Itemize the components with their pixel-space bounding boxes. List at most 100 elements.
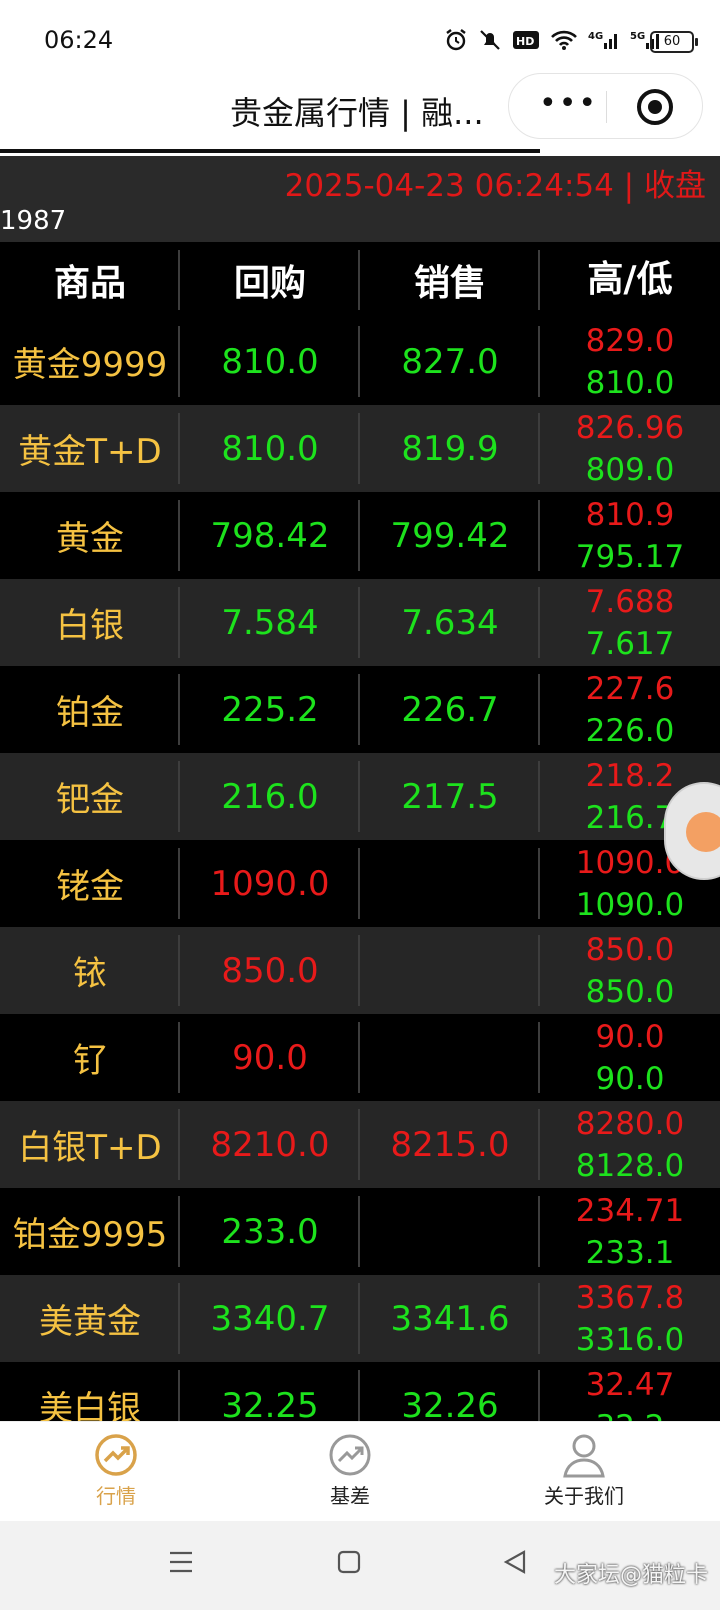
- sell-price: 7.634: [360, 579, 540, 666]
- table-row[interactable]: 美白银32.2532.26 32.47 32.2: [0, 1362, 720, 1421]
- table-row[interactable]: 铑金 1090.0 1090.0 1090.0: [0, 840, 720, 927]
- low-price: 3316.0: [575, 1321, 685, 1358]
- loading-bar: [0, 149, 540, 153]
- product-name: 铑金: [0, 840, 180, 927]
- alarm-icon: [446, 29, 466, 51]
- table-row[interactable]: 美黄金 3340.7 3341.6 3367.8 3316.0: [0, 1275, 720, 1362]
- buy-price: 32.25: [180, 1362, 360, 1421]
- low-price: 850.0: [585, 973, 675, 1010]
- table-row[interactable]: 黄金T+D 810.0 819.9 826.96 809.0: [0, 405, 720, 492]
- high-low-cell: 32.47 32.2: [540, 1362, 720, 1422]
- table-row[interactable]: 白银T+D 8210.0 8215.0 8280.0 8128.0: [0, 1101, 720, 1188]
- high-low-cell: 234.71 233.1: [540, 1188, 720, 1275]
- back-icon[interactable]: [502, 1549, 528, 1575]
- high-price: 227.6: [585, 670, 675, 707]
- close-miniprogram-icon[interactable]: [637, 89, 673, 125]
- buy-price: 225.2: [180, 666, 360, 753]
- table-row[interactable]: 铂金9995 233.0 234.71 233.1: [0, 1188, 720, 1275]
- capsule-divider: [606, 91, 607, 123]
- sell-price: 217.5: [360, 753, 540, 840]
- sell-price: 799.42: [360, 492, 540, 579]
- capsule-menu: •••: [508, 73, 703, 139]
- product-name: 黄金9999: [0, 318, 180, 405]
- low-price: 233.1: [585, 1234, 675, 1271]
- table-row[interactable]: 黄金 798.42 799.42 810.9 795.17: [0, 492, 720, 579]
- product-name: 美黄金: [0, 1275, 180, 1362]
- high-low-cell: 227.6 226.0: [540, 666, 720, 753]
- trend-icon: [95, 1434, 137, 1476]
- column-header-buy: 回购: [180, 242, 360, 318]
- buy-price: 7.584: [180, 579, 360, 666]
- sell-price: 32.26: [360, 1362, 540, 1421]
- column-header-high-low: 高/低: [587, 259, 673, 300]
- sell-price: 827.0: [360, 318, 540, 405]
- high-price: 218.2: [585, 757, 675, 794]
- sell-price: 226.7: [360, 666, 540, 753]
- system-nav-bar: 大家坛@猫粒卡: [0, 1521, 720, 1610]
- tab-basis[interactable]: 基差: [270, 1432, 430, 1509]
- tab-about-us[interactable]: 关于我们: [504, 1432, 664, 1509]
- high-low-cell: 90.0 90.0: [540, 1014, 720, 1101]
- customer-service-button[interactable]: [664, 782, 720, 880]
- buy-price: 798.42: [180, 492, 360, 579]
- product-name: 铱: [0, 927, 180, 1014]
- trend-icon: [329, 1434, 371, 1476]
- quote-datetime: 2025-04-23 06:24:54 | 收盘: [284, 168, 706, 204]
- high-low-cell: 850.0 850.0: [540, 927, 720, 1014]
- buy-price: 850.0: [180, 927, 360, 1014]
- buy-price: 233.0: [180, 1188, 360, 1275]
- table-row[interactable]: 铱 850.0 850.0 850.0: [0, 927, 720, 1014]
- high-low-cell: 7.688 7.617: [540, 579, 720, 666]
- low-price: 90.0: [595, 1060, 665, 1097]
- buy-price: 90.0: [180, 1014, 360, 1101]
- high-price: 829.0: [585, 322, 675, 359]
- mute-icon: [480, 30, 500, 50]
- table-row[interactable]: 黄金9999 810.0 827.0 829.0 810.0: [0, 318, 720, 405]
- sell-price: [360, 840, 540, 927]
- tab-quotes[interactable]: 行情: [36, 1432, 196, 1509]
- low-price: 809.0: [585, 451, 675, 488]
- product-name: 白银: [0, 579, 180, 666]
- buy-price: 810.0: [180, 318, 360, 405]
- low-price: 216.7: [585, 799, 675, 836]
- sell-price: 3341.6: [360, 1275, 540, 1362]
- product-name: 美白银: [0, 1362, 180, 1421]
- low-price: 7.617: [585, 625, 675, 662]
- table-row[interactable]: 白银 7.584 7.634 7.688 7.617: [0, 579, 720, 666]
- signal-4g-icon: 4G: [588, 31, 617, 49]
- tab-label: 关于我们: [544, 1484, 624, 1508]
- table-row[interactable]: 铂金 225.2 226.7 227.6 226.0: [0, 666, 720, 753]
- buy-price: 8210.0: [180, 1101, 360, 1188]
- table-row[interactable]: 钯金 216.0 217.5 218.2 216.7: [0, 753, 720, 840]
- quote-panel: 2025-04-23 06:24:54 | 收盘 1987 商品 回购 销售 高…: [0, 156, 720, 1421]
- product-name: 黄金T+D: [0, 405, 180, 492]
- column-header-product: 商品: [0, 242, 180, 318]
- high-low-cell: 3367.8 3316.0: [540, 1275, 720, 1362]
- home-icon[interactable]: [336, 1549, 362, 1575]
- svg-text:5G: 5G: [630, 31, 645, 42]
- more-icon[interactable]: •••: [539, 89, 598, 119]
- svg-text:4G: 4G: [588, 31, 603, 42]
- sell-price: [360, 927, 540, 1014]
- customer-service-icon: [686, 812, 720, 852]
- watermark: 大家坛@猫粒卡: [553, 1563, 708, 1588]
- high-price: 3367.8: [575, 1279, 685, 1316]
- tab-bar: 行情 基差 关于我们: [0, 1421, 720, 1521]
- high-low-cell: 826.96 809.0: [540, 405, 720, 492]
- low-price: 810.0: [585, 364, 675, 401]
- table-header: 商品 回购 销售 高/低: [0, 242, 720, 318]
- menu-icon[interactable]: [168, 1549, 194, 1575]
- sell-price: [360, 1014, 540, 1101]
- low-price: 8128.0: [575, 1147, 685, 1184]
- table-row[interactable]: 钌 90.0 90.0 90.0: [0, 1014, 720, 1101]
- quote-counter: 1987: [0, 206, 67, 236]
- svg-text:HD: HD: [516, 35, 534, 48]
- hd-icon: HD: [513, 31, 539, 49]
- tab-label: 行情: [96, 1484, 136, 1508]
- high-price: 8280.0: [575, 1105, 685, 1142]
- high-price: 826.96: [575, 409, 685, 446]
- high-low-cell: 810.9 795.17: [540, 492, 720, 579]
- product-name: 铂金9995: [0, 1188, 180, 1275]
- battery-icon: 60: [650, 31, 698, 53]
- product-name: 白银T+D: [0, 1101, 180, 1188]
